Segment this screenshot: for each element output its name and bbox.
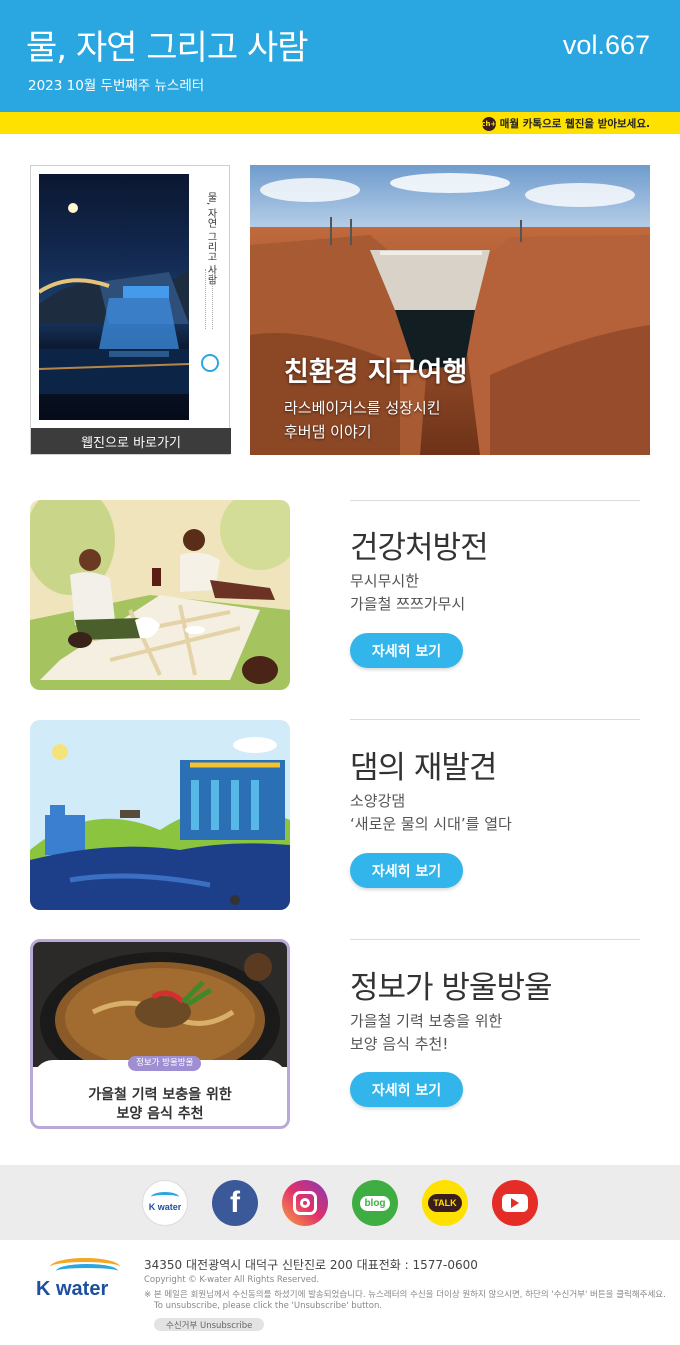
kakao-subscribe-link[interactable]: ch+ 매월 카톡으로 웹진을 받아보세요.: [481, 116, 650, 131]
picnic-illustration: [30, 500, 290, 690]
dam-illustration: [30, 720, 290, 910]
magazine-spine-lines: [205, 269, 213, 329]
article-divider: [350, 500, 640, 501]
article-dam-thumbnail[interactable]: [30, 720, 290, 910]
kwater-icon-label: K water: [148, 1202, 182, 1212]
article-title: 건강처방전: [350, 530, 489, 566]
facebook-icon[interactable]: f: [212, 1180, 258, 1226]
article-desc-line2: ‘새로운 물의 시대’를 열다: [350, 815, 512, 833]
kwater-logo-arc: [151, 1192, 179, 1202]
hero-banner[interactable]: 친환경 지구여행 라스베이거스를 성장시킨 후버댐 이야기: [250, 165, 650, 455]
article-desc-line2: 보양 음식 추천!: [350, 1035, 449, 1053]
info-card-line2: 보양 음식 추천: [116, 1106, 204, 1122]
kwater-logo-swoosh-blue: [56, 1264, 118, 1278]
article-divider: [350, 939, 640, 940]
unsubscribe-button[interactable]: 수신거부 Unsubscribe: [154, 1318, 265, 1331]
kakao-channel-icon: ch+: [481, 116, 496, 131]
article-desc-line1: 소양강댐: [350, 792, 406, 810]
article-desc-line1: 가을철 기력 보충을 위한: [350, 1012, 503, 1030]
magazine-cover-image: [39, 174, 189, 420]
footer-copyright: Copyright © K-water All Rights Reserved.: [144, 1275, 320, 1285]
kwater-logo-text: K water: [36, 1278, 109, 1300]
read-more-button[interactable]: 자세히 보기: [350, 853, 463, 888]
article-desc-line1: 무시무시한: [350, 572, 420, 590]
article-info-thumbnail[interactable]: 정보가 방울방울 가을철 기력 보충을 위한 보양 음식 추천: [30, 939, 290, 1129]
blog-icon-label: blog: [360, 1195, 390, 1211]
article-health-thumbnail[interactable]: [30, 500, 290, 690]
kwater-footer-logo: K water: [36, 1258, 120, 1302]
info-card-tag: 정보가 방울방울: [128, 1056, 202, 1071]
kakaotalk-icon[interactable]: TALK: [422, 1180, 468, 1226]
footer-notice-en: To unsubscribe, please click the 'Unsubs…: [154, 1301, 383, 1311]
webzine-link-button[interactable]: 웹진으로 바로가기: [31, 428, 231, 454]
social-links-bar: K water f blog TALK: [0, 1165, 680, 1240]
article-divider: [350, 719, 640, 720]
article-title: 정보가 방울방울: [350, 970, 552, 1006]
youtube-play-shape: [502, 1194, 528, 1212]
read-more-button[interactable]: 자세히 보기: [350, 633, 463, 668]
anniversary-logo-icon: [201, 354, 219, 372]
kakao-subscribe-text: 매월 카톡으로 웹진을 받아보세요.: [499, 118, 650, 130]
talk-icon-label: TALK: [428, 1194, 462, 1212]
hero-subtitle-line1: 라스베이거스를 성장시킨: [284, 399, 441, 417]
kwater-home-icon[interactable]: K water: [142, 1180, 188, 1226]
soup-bowl-image: [33, 942, 287, 1067]
magazine-spine: 물, 자연 그리고 사람: [195, 174, 225, 420]
newsletter-title: 물, 자연 그리고 사람: [26, 28, 308, 68]
article-desc-line2: 가을철 쯔쯔가무시: [350, 595, 466, 613]
volume-number: vol.667: [562, 30, 650, 60]
magazine-cover-card[interactable]: 물, 자연 그리고 사람 웹진으로 바로가기: [30, 165, 231, 455]
read-more-button[interactable]: 자세히 보기: [350, 1072, 463, 1107]
hero-subtitle-line2: 후버댐 이야기: [284, 423, 372, 441]
hero-title: 친환경 지구여행: [284, 357, 468, 388]
info-card-line1: 가을철 기력 보충을 위한: [88, 1087, 232, 1103]
youtube-icon[interactable]: [492, 1180, 538, 1226]
instagram-camera-shape: [293, 1191, 317, 1215]
footer-address: 34350 대전광역시 대덕구 신탄진로 200 대표전화 : 1577-060…: [144, 1258, 478, 1272]
instagram-icon[interactable]: [282, 1180, 328, 1226]
article-title: 댐의 재발견: [350, 750, 497, 786]
newsletter-subtitle: 2023 10월 두번째주 뉴스레터: [28, 78, 205, 94]
footer-notice-ko: ※ 본 메일은 회원님께서 수신동의를 하셨기에 발송되었습니다. 뉴스레터의 …: [144, 1290, 666, 1300]
naver-blog-icon[interactable]: blog: [352, 1180, 398, 1226]
